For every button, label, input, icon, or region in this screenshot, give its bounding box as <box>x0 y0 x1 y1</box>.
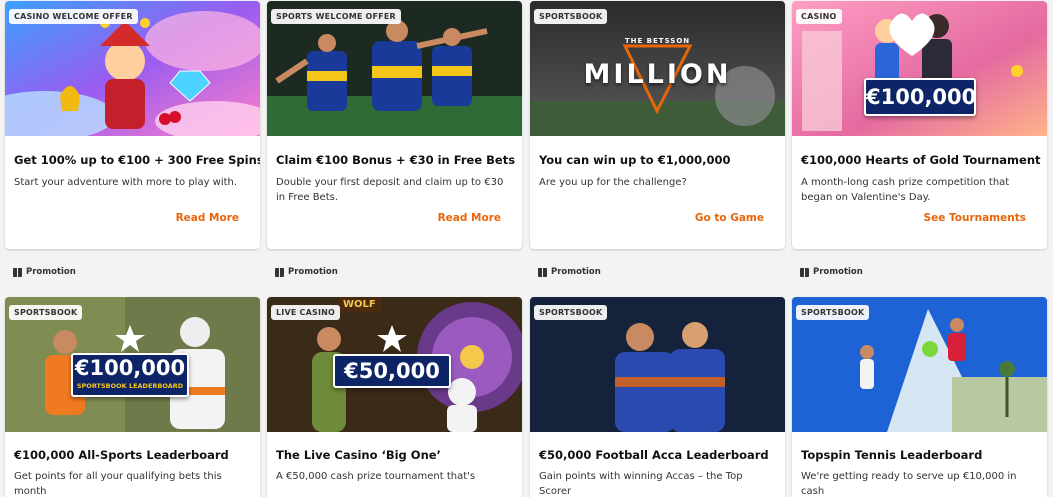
read-more-link[interactable]: Read More <box>438 212 501 224</box>
card-image[interactable]: SPORTS WELCOME OFFER <box>267 1 522 136</box>
category-badge: SPORTSBOOK <box>796 305 870 320</box>
card-title: Claim €100 Bonus + €30 in Free Bets <box>276 153 516 167</box>
card-description: Gain points with winning Accas – the Top… <box>539 471 743 497</box>
card-image[interactable]: €100,000 SPORTSBOOK LEADERBOARD SPORTSBO… <box>5 297 260 432</box>
promo-card-football-acca[interactable]: SPORTSBOOK €50,000 Football Acca Leaderb… <box>530 297 785 497</box>
card-description: A €50,000 cash prize tournament that's <box>276 471 476 482</box>
prize-plaque: €100,000 <box>864 78 976 116</box>
promo-card-topspin-tennis[interactable]: SPORTSBOOK Topspin Tennis Leaderboard We… <box>792 297 1047 497</box>
promotion-label: Promotion <box>275 265 338 277</box>
promotion-label: Promotion <box>538 265 601 277</box>
card-description: Start your adventure with more to play w… <box>14 177 238 188</box>
prize-plaque: €100,000 SPORTSBOOK LEADERBOARD <box>71 353 189 397</box>
promo-card-casino-welcome[interactable]: CASINO WELCOME OFFER Get 100% up to €100… <box>5 1 260 249</box>
prize-plaque: €50,000 <box>333 354 451 388</box>
promo-card-live-casino-big-one[interactable]: WOLF €50,000 LIVE CASINO The Live Casino… <box>267 297 522 497</box>
card-description: Get points for all your qualifying bets … <box>14 471 222 497</box>
card-title: The Live Casino ‘Big One’ <box>276 448 441 462</box>
card-image[interactable]: CASINO WELCOME OFFER <box>5 1 260 136</box>
card-description: We're getting ready to serve up €10,000 … <box>801 471 1017 497</box>
read-more-link[interactable]: Read More <box>176 212 239 224</box>
promo-card-betsson-million[interactable]: THE BETSSON MILLION SPORTSBOOK You can w… <box>530 1 785 249</box>
promo-card-hearts-of-gold[interactable]: €100,000 CASINO €100,000 Hearts of Gold … <box>792 1 1047 249</box>
card-image[interactable]: WOLF €50,000 LIVE CASINO <box>267 297 522 432</box>
card-title: You can win up to €1,000,000 <box>539 153 731 167</box>
card-image[interactable]: THE BETSSON MILLION SPORTSBOOK <box>530 1 785 136</box>
card-title: €100,000 All-Sports Leaderboard <box>14 448 229 462</box>
card-image[interactable]: SPORTSBOOK <box>792 297 1047 432</box>
million-logo: MILLION <box>583 59 732 90</box>
promotion-label: Promotion <box>800 265 863 277</box>
category-badge: CASINO WELCOME OFFER <box>9 9 138 24</box>
category-badge: SPORTSBOOK <box>9 305 83 320</box>
see-tournaments-link[interactable]: See Tournaments <box>924 212 1026 224</box>
gift-icon <box>800 265 809 277</box>
card-title: Get 100% up to €100 + 300 Free Spins <box>14 153 260 167</box>
category-badge: LIVE CASINO <box>271 305 341 320</box>
promo-card-sports-welcome[interactable]: SPORTS WELCOME OFFER Claim €100 Bonus + … <box>267 1 522 249</box>
promo-card-all-sports-leaderboard[interactable]: €100,000 SPORTSBOOK LEADERBOARD SPORTSBO… <box>5 297 260 497</box>
game-logo: WOLF <box>337 297 382 312</box>
card-title: €50,000 Football Acca Leaderboard <box>539 448 769 462</box>
card-title: Topspin Tennis Leaderboard <box>801 448 983 462</box>
art-top-text: THE BETSSON <box>624 37 691 45</box>
category-badge: SPORTSBOOK <box>534 305 608 320</box>
card-description: Are you up for the challenge? <box>539 177 687 188</box>
category-badge: SPORTS WELCOME OFFER <box>271 9 401 24</box>
go-to-game-link[interactable]: Go to Game <box>695 212 764 224</box>
gift-icon <box>13 265 22 277</box>
card-image[interactable]: SPORTSBOOK <box>530 297 785 432</box>
card-title: €100,000 Hearts of Gold Tournament <box>801 153 1041 167</box>
card-description: A month-long cash prize competition that… <box>801 177 1010 203</box>
card-image[interactable]: €100,000 CASINO <box>792 1 1047 136</box>
gift-icon <box>275 265 284 277</box>
card-description: Double your first deposit and claim up t… <box>276 177 504 203</box>
gift-icon <box>538 265 547 277</box>
category-badge: CASINO <box>796 9 842 24</box>
category-badge: SPORTSBOOK <box>534 9 608 24</box>
promotion-label: Promotion <box>13 265 76 277</box>
